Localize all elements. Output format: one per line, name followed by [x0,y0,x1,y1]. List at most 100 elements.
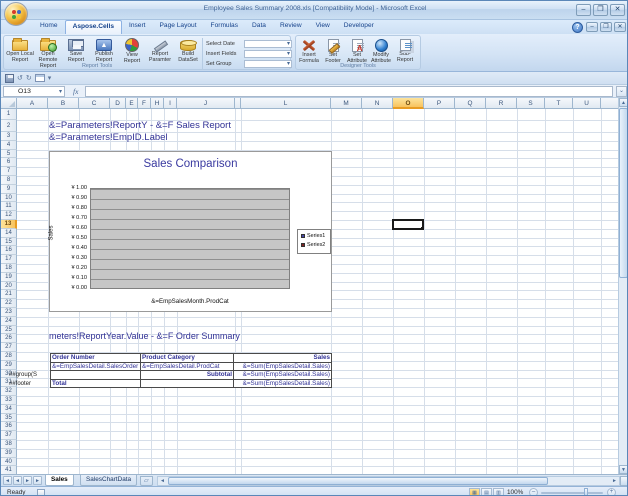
select-all-corner[interactable] [1,98,17,109]
row-header-10[interactable]: 10 [1,194,17,203]
formula-bar-expand-icon[interactable]: ⌄ [616,86,627,97]
sheet-tab-saleschartdata[interactable]: SalesChartData [80,475,137,486]
publish-report-button[interactable]: Publish Report [90,38,118,66]
preview-icon[interactable] [35,74,45,82]
tab-review[interactable]: Review [273,20,309,34]
zoom-out-icon[interactable]: – [529,488,538,496]
open-remote-report-button[interactable]: Open Remote Report [34,38,62,66]
view-report-button[interactable]: View Report [118,38,146,66]
row-header-11[interactable]: 11 [1,202,17,211]
scroll-right-icon[interactable]: ► [610,477,619,485]
row-header-17[interactable]: 17 [1,255,17,264]
row-header-26[interactable]: 26 [1,334,17,343]
vertical-scroll-thumb[interactable] [619,108,628,278]
row-header-32[interactable]: 32 [1,387,17,396]
help-icon[interactable]: ? [572,22,583,33]
row-header-1[interactable]: 1 [1,109,17,120]
column-header-Q[interactable]: Q [455,98,486,109]
row-header-19[interactable]: 19 [1,273,17,282]
tab-data[interactable]: Data [245,20,273,34]
minimize-button[interactable]: – [576,4,591,16]
office-button[interactable] [4,2,28,26]
column-header-S[interactable]: S [517,98,545,109]
column-header-H[interactable]: H [151,98,164,109]
name-box-arrow-icon[interactable]: ▾ [59,88,62,95]
scroll-left-icon[interactable]: ◄ [158,477,167,485]
sheet-grid[interactable]: ABCDEFHIJLMNOPQRSTU123456789101112131415… [1,98,620,474]
column-header-R[interactable]: R [486,98,517,109]
horizontal-scroll-thumb[interactable] [168,477,548,485]
zoom-slider-track[interactable] [541,492,603,494]
tab-view[interactable]: View [309,20,337,34]
row-header-22[interactable]: 22 [1,299,17,308]
row-header-35[interactable]: 35 [1,414,17,423]
workbook-restore-button[interactable]: ❐ [600,22,612,32]
first-sheet-icon[interactable]: ◄ [3,476,12,485]
row-header-36[interactable]: 36 [1,422,17,431]
workbook-close-button[interactable]: ✕ [614,22,626,32]
formula-input[interactable] [85,86,613,97]
column-header-N[interactable]: N [362,98,393,109]
zoom-level[interactable]: 100% [507,489,523,496]
row-header-29[interactable]: 29 [1,361,17,370]
row-header-20[interactable]: 20 [1,282,17,291]
page-break-view-icon[interactable]: ▥ [493,488,504,496]
sub-report-button[interactable]: Sub-Report [393,38,417,66]
horizontal-scrollbar[interactable]: ◄ ► [157,476,620,486]
row-header-25[interactable]: 25 [1,326,17,335]
save-report-button[interactable]: Save Report [62,38,90,66]
row-header-28[interactable]: 28 [1,352,17,361]
row-header-9[interactable]: 9 [1,185,17,194]
tab-aspose-cells[interactable]: Aspose.Cells [65,20,122,34]
zoom-in-icon[interactable]: + [607,488,616,496]
row-header-13[interactable]: 13 [1,220,17,229]
qat-menu-arrow-icon[interactable]: ▾ [48,74,52,83]
selected-cell-O13[interactable] [392,219,424,230]
insert-fields-combobox[interactable] [244,50,292,58]
save-icon[interactable] [5,74,14,83]
tab-insert[interactable]: Insert [122,20,153,34]
row-header-12[interactable]: 12 [1,211,17,220]
tab-home[interactable]: Home [33,20,65,34]
row-header-27[interactable]: 27 [1,343,17,352]
row-header-37[interactable]: 37 [1,431,17,440]
insert-worksheet-tab[interactable] [140,476,153,486]
insert-formula-button[interactable]: Insert Formula [297,38,321,66]
scroll-down-icon[interactable]: ▼ [619,465,628,474]
next-sheet-icon[interactable]: ► [23,476,32,485]
zoom-slider-thumb[interactable] [584,488,588,496]
column-header-T[interactable]: T [545,98,573,109]
row-header-15[interactable]: 15 [1,238,17,247]
row-header-7[interactable]: 7 [1,167,17,176]
row-header-34[interactable]: 34 [1,405,17,414]
workbook-minimize-button[interactable]: – [586,22,598,32]
column-header-O[interactable]: O [393,98,424,109]
row-header-4[interactable]: 4 [1,141,17,150]
name-box[interactable]: O13▾ [3,86,65,97]
column-header-B[interactable]: B [48,98,79,109]
report-paramter-button[interactable]: Report Paramter [146,38,174,66]
column-header-M[interactable]: M [331,98,362,109]
row-header-33[interactable]: 33 [1,396,17,405]
tab-page-layout[interactable]: Page Layout [153,20,204,34]
row-header-14[interactable]: 14 [1,229,17,238]
column-header-L[interactable]: L [241,98,331,109]
restore-button[interactable]: ❐ [593,4,608,16]
row-header-5[interactable]: 5 [1,150,17,159]
undo-icon[interactable]: ↺ [17,74,23,83]
row-header-18[interactable]: 18 [1,264,17,273]
column-header-E[interactable]: E [126,98,138,109]
row-header-40[interactable]: 40 [1,458,17,467]
page-layout-view-icon[interactable]: ▤ [481,488,492,496]
column-header-A[interactable]: A [17,98,48,109]
row-header-24[interactable]: 24 [1,317,17,326]
row-header-2[interactable]: 2 [1,120,17,132]
tab-split-handle[interactable] [620,476,628,486]
column-header-D[interactable]: D [110,98,126,109]
column-header-J[interactable]: J [177,98,235,109]
set-footer-button[interactable]: Set Footer [321,38,345,66]
open-local-report-button[interactable]: Open Local Report [6,38,34,66]
macro-record-icon[interactable] [37,489,45,496]
row-header-8[interactable]: 8 [1,176,17,185]
row-header-16[interactable]: 16 [1,246,17,255]
